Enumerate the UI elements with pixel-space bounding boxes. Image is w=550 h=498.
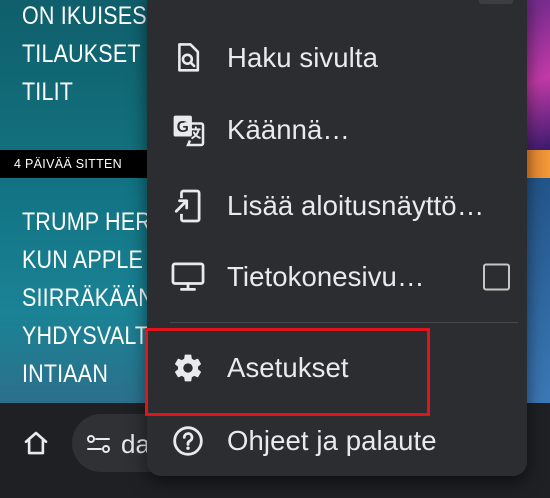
menu-item-help-feedback[interactable]: Ohjeet ja palaute <box>147 405 527 477</box>
menu-item-desktop-site[interactable]: Tietokonesivu… <box>147 241 527 313</box>
headline-line: TILIT <box>22 78 74 106</box>
headline-line: ON IKUISEST <box>22 2 161 30</box>
home-icon <box>24 431 48 455</box>
svg-text:G: G <box>177 119 189 136</box>
translate-icon: G <box>171 113 205 147</box>
help-icon <box>171 424 205 458</box>
menu-divider <box>170 322 518 323</box>
menu-top-row-remnant <box>479 0 513 4</box>
menu-item-label: Käännä… <box>227 114 351 145</box>
desktop-icon <box>171 260 205 294</box>
headline-line: TILAUKSET - <box>22 40 154 68</box>
site-settings-icon[interactable] <box>86 432 112 456</box>
menu-item-label: Haku sivulta <box>227 42 378 73</box>
menu-item-find-in-page[interactable]: Haku sivulta <box>147 22 527 94</box>
home-button[interactable] <box>18 425 54 461</box>
menu-item-label: Ohjeet ja palaute <box>227 425 437 456</box>
add-to-home-screen-icon <box>171 189 205 223</box>
desktop-site-checkbox[interactable] <box>483 263 510 291</box>
menu-item-translate[interactable]: G Käännä… <box>147 94 527 166</box>
highlight-annotation <box>145 328 430 416</box>
news-headline-1[interactable]: ON IKUISEST TILAUKSET - TILIT <box>22 0 160 111</box>
find-in-page-icon <box>171 41 205 75</box>
menu-item-label: Lisää aloitusnäyttö… <box>227 190 485 221</box>
article-age-label: 4 PÄIVÄÄ SITTEN <box>0 150 150 178</box>
address-bar-text: da <box>121 429 150 459</box>
menu-item-add-to-home-screen[interactable]: Lisää aloitusnäyttö… <box>147 170 527 242</box>
menu-item-label: Tietokonesivu… <box>227 261 425 292</box>
